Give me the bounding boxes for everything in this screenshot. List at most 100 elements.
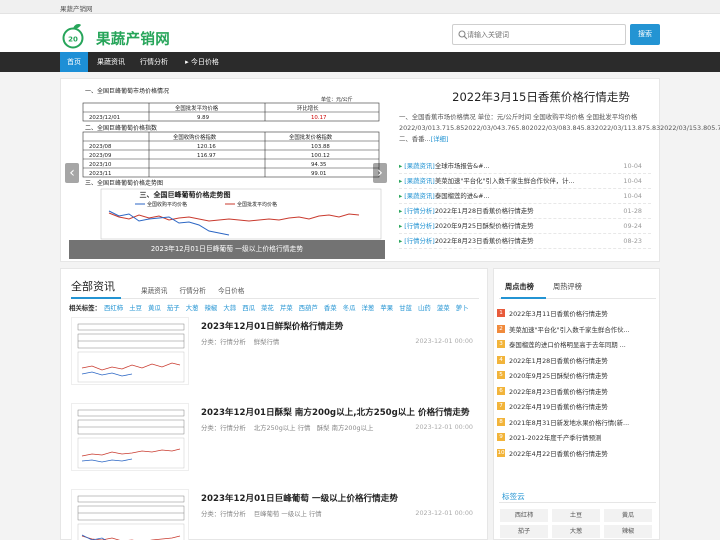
tag-link[interactable]: 大蒜 — [223, 304, 236, 312]
ranking-item[interactable]: 8 2021年8月31日新发地水果价格行情(新... — [497, 416, 657, 432]
tag-link[interactable]: 甘蓝 — [399, 304, 412, 312]
logo-text[interactable]: 果蔬产销网 — [96, 28, 170, 49]
post-thumbnail[interactable] — [71, 403, 189, 471]
tag-link[interactable]: 西葫芦 — [299, 304, 318, 312]
tag-link[interactable]: 茄子 — [167, 304, 180, 312]
featured-section: 一、全国巨峰葡萄市场价格情况 单位：元/公斤 全国批发平均价格 环比增长 202… — [60, 78, 720, 262]
post-tags[interactable]: 巨峰葡萄 一级以上 行情 — [254, 510, 322, 518]
search-button[interactable]: 搜索 — [630, 24, 660, 45]
tag-link[interactable]: 土豆 — [129, 304, 142, 312]
post-category[interactable]: 分类：行情分析 — [201, 510, 246, 518]
slide-legend-right: 全国批发平均价格 — [237, 201, 277, 208]
tagcloud-item[interactable]: 茄子 — [500, 525, 548, 538]
post-category[interactable]: 分类：行情分析 — [201, 338, 246, 346]
search-input[interactable] — [467, 26, 623, 43]
ranking-item[interactable]: 3 泰国榴莲的进口价格明显高于去年同期 ... — [497, 338, 657, 354]
ranking-list: 1 2022年3月11日香蕉价格行情走势 2 美菜加速"平台化"引入数千家生鲜合作伙… — [497, 307, 657, 462]
featured-more-link[interactable]: [详细] — [431, 135, 449, 143]
post-thumbnail[interactable] — [71, 317, 189, 385]
post-title[interactable]: 2023年12月01日巨峰葡萄 一级以上价格行情走势 — [201, 492, 398, 504]
tagcloud-item[interactable]: 大葱 — [552, 525, 600, 538]
tag-link[interactable]: 香菜 — [324, 304, 337, 312]
nav-today-price[interactable]: ▸ 今日价格 — [178, 52, 226, 72]
ranking-item[interactable]: 5 2020年9月25日酥梨价格行情走势 — [497, 369, 657, 385]
post-tags[interactable]: 北方250g以上 行情 酥梨 南方200g以上 — [254, 424, 374, 432]
section-tabs: 果蔬资讯 行情分析 今日价格 — [141, 285, 254, 295]
header: 20 果蔬产销网 搜索 — [0, 14, 720, 52]
post-meta: 分类：行情分析 鲜梨行情 2023-12-01 00:00 — [201, 337, 479, 346]
image-slider[interactable]: 一、全国巨峰葡萄市场价格情况 单位：元/公斤 全国批发平均价格 环比增长 202… — [65, 83, 387, 259]
tab-analysis[interactable]: 行情分析 — [179, 287, 205, 295]
tag-link[interactable]: 黄瓜 — [148, 304, 161, 312]
post-thumbnail[interactable] — [71, 489, 189, 540]
news-list-item[interactable]: ▸ [果蔬资讯]美菜加速"平台化"引入数千家生鲜合作伙伴，计... 10-04 — [399, 174, 651, 189]
tagcloud-item[interactable]: 土豆 — [552, 509, 600, 522]
ranking-title: 泰国榴莲的进口价格明显高于去年同期 ... — [509, 341, 626, 349]
tag-link[interactable]: 山药 — [418, 304, 431, 312]
slider-next-arrow[interactable]: › — [373, 163, 387, 183]
news-title: 泰国榴莲的进&#... — [434, 192, 490, 200]
news-list-item[interactable]: ▸ [果蔬资讯]全球市场报告&#... 10-04 — [399, 159, 651, 174]
rank-number: 1 — [497, 309, 505, 317]
news-list-item[interactable]: ▸ [行情分析]2022年8月23日香蕉价格行情走势 08-23 — [399, 234, 651, 249]
nav-news[interactable]: 果蔬资讯 — [91, 52, 131, 72]
slide-caption[interactable]: 2023年12月01日巨峰葡萄 一级以上价格行情走势 — [69, 240, 385, 259]
tab-news[interactable]: 果蔬资讯 — [141, 287, 167, 295]
slide-chart-title: 三、全国巨峰葡萄价格走势图 — [85, 179, 163, 187]
tagcloud-item[interactable]: 黄瓜 — [604, 509, 652, 522]
tagcloud-item[interactable]: 辣椒 — [604, 525, 652, 538]
tag-link[interactable]: 冬瓜 — [343, 304, 356, 312]
featured-title[interactable]: 2022年3月15日香蕉价格行情走势 — [431, 89, 651, 105]
ranking-item[interactable]: 2 美菜加速"平台化"引入数千家生鲜合作伙... — [497, 323, 657, 339]
tags-label: 相关标签： — [69, 304, 101, 312]
ranking-title: 2021-2022年度千产季行情预测 — [509, 434, 602, 442]
ranking-item[interactable]: 9 2021-2022年度千产季行情预测 — [497, 431, 657, 447]
tag-link[interactable]: 大葱 — [186, 304, 199, 312]
nav-home[interactable]: 首页 — [60, 52, 88, 72]
slider-prev-arrow[interactable]: ‹ — [65, 163, 79, 183]
ranking-item[interactable]: 1 2022年3月11日香蕉价格行情走势 — [497, 307, 657, 323]
post-date: 2023-12-01 00:00 — [415, 509, 473, 517]
news-tag: [果蔬资讯] — [404, 177, 435, 185]
tag-link[interactable]: 辣椒 — [205, 304, 218, 312]
tagcloud-item[interactable]: 西红柿 — [500, 509, 548, 522]
news-post: 2023年12月01日巨峰葡萄 一级以上价格行情走势 分类：行情分析 巨峰葡萄 一… — [71, 489, 479, 540]
post-category[interactable]: 分类：行情分析 — [201, 424, 246, 432]
tag-link[interactable]: 苹果 — [380, 304, 393, 312]
tag-link[interactable]: 菠菜 — [437, 304, 450, 312]
ranking-title: 美菜加速"平台化"引入数千家生鲜合作伙... — [509, 325, 630, 334]
logo-leaf-icon[interactable]: 20 — [60, 23, 86, 49]
news-date: 10-04 — [623, 192, 642, 200]
rank-number: 8 — [497, 417, 505, 426]
tag-link[interactable]: 西瓜 — [242, 304, 255, 312]
tab-weekly-clicks[interactable]: 周点击榜 — [505, 282, 534, 292]
tag-link[interactable]: 洋葱 — [362, 304, 375, 312]
news-list-item[interactable]: ▸ [果蔬资讯]泰国榴莲的进&#... 10-04 — [399, 189, 651, 204]
ranking-item[interactable]: 4 2022年1月28日香蕉价格行情走势 — [497, 354, 657, 370]
tag-link[interactable]: 芹菜 — [280, 304, 293, 312]
ranking-title: 2022年8月23日香蕉价格行情走势 — [509, 387, 608, 396]
slide-table2-cell: 116.97 — [197, 153, 216, 159]
post-title[interactable]: 2023年12月01日鲜梨价格行情走势 — [201, 320, 343, 332]
ranking-item[interactable]: 6 2022年8月23日香蕉价格行情走势 — [497, 385, 657, 401]
ranking-item[interactable]: 10 2022年4月22日香蕉价格行情走势 — [497, 447, 657, 463]
tag-link[interactable]: 菜花 — [261, 304, 274, 312]
tab-weekly-comments[interactable]: 周热评榜 — [553, 282, 582, 292]
news-title: 2022年1月28日香蕉价格行情走势 — [434, 207, 534, 215]
news-list-item[interactable]: ▸ [行情分析]2022年1月28日香蕉价格行情走势 01-28 — [399, 204, 651, 219]
post-title[interactable]: 2023年12月01日酥梨 南方200g以上,北方250g以上 价格行情走势 — [201, 406, 470, 418]
slide-table2-cell: 94.35 — [311, 162, 326, 168]
ranking-item[interactable]: 7 2022年4月19日香蕉价格行情走势 — [497, 400, 657, 416]
news-list-item[interactable]: ▸ [行情分析]2020年9月25日酥梨价格行情走势 09-24 — [399, 219, 651, 234]
featured-news-list: ▸ [果蔬资讯]全球市场报告&#... 10-04 ▸ [果蔬资讯]美菜加速"平台… — [399, 159, 651, 249]
tag-link[interactable]: 西红柿 — [104, 304, 123, 312]
news-tag: [行情分析] — [404, 207, 435, 215]
post-tags[interactable]: 鲜梨行情 — [254, 338, 280, 346]
ranking-title: 2022年4月22日香蕉价格行情走势 — [509, 449, 608, 458]
slide-table2-head-2: 全国批发价格指数 — [289, 133, 333, 141]
top-site-label: 果蔬产销网 — [60, 5, 93, 13]
tag-link[interactable]: 萝卜 — [456, 304, 469, 312]
nav-analysis[interactable]: 行情分析 — [134, 52, 174, 72]
tab-today-price[interactable]: 今日价格 — [218, 287, 244, 295]
post-date: 2023-12-01 00:00 — [415, 423, 473, 431]
